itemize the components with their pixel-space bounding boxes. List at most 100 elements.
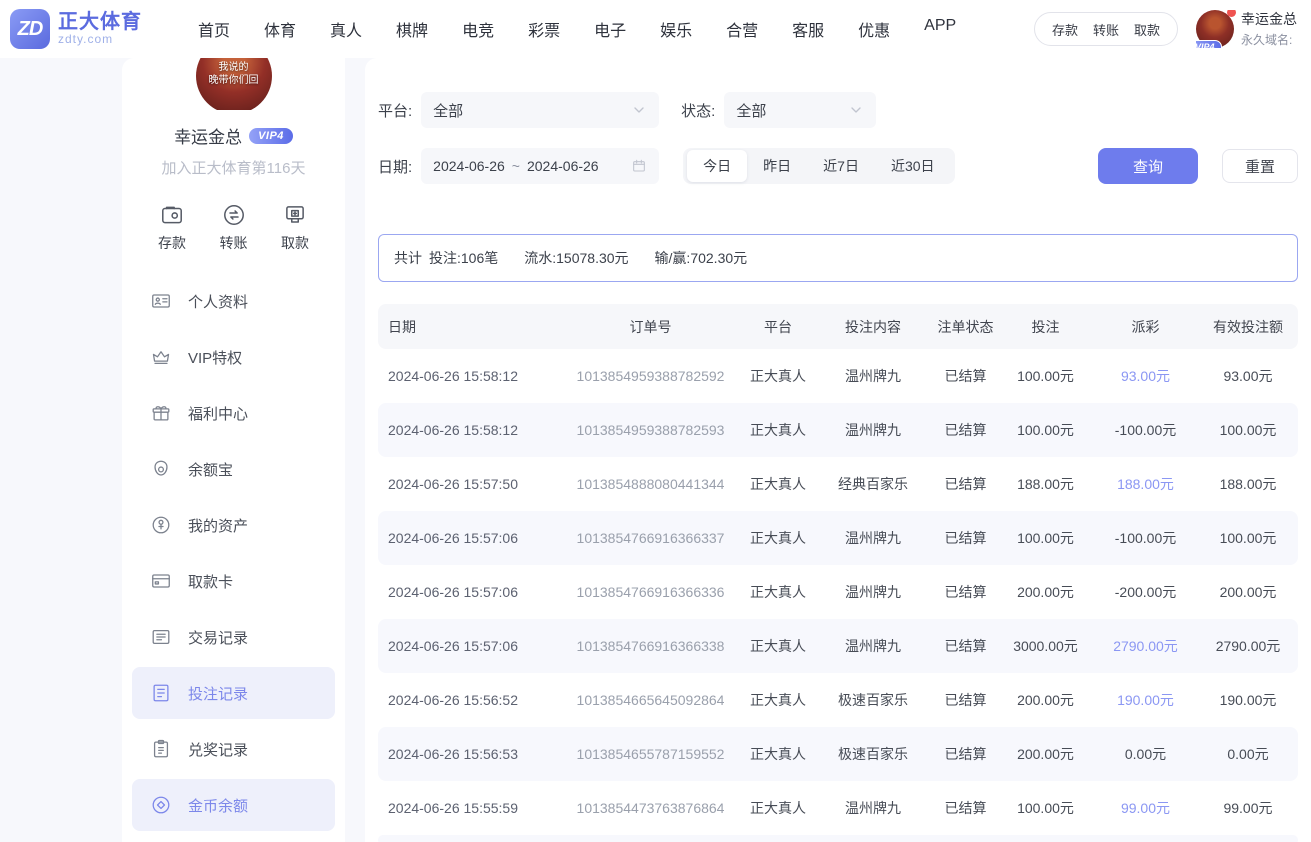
cell-bet-content: 极速百家乐 <box>813 744 933 764</box>
sidebar-menu-label: 个人资料 <box>188 291 248 312</box>
user-name: 幸运金总 <box>1241 10 1297 29</box>
cell-date: 2024-06-26 15:57:06 <box>378 530 558 546</box>
date-range-value: 2024-06-26~2024-06-26 <box>433 158 631 174</box>
transaction-icon <box>150 626 172 648</box>
cell-status: 已结算 <box>933 366 998 386</box>
cell-order-number: 1013854665645092864 <box>558 692 743 708</box>
nav-item[interactable]: 娱乐 <box>660 17 692 41</box>
cell-date: 2024-06-26 15:58:12 <box>378 368 558 384</box>
sidebar-menu-label: 金币余额 <box>188 795 248 816</box>
profile-avatar[interactable]: 我说的 晚带你们回 <box>196 58 272 110</box>
wallet-action[interactable]: 取款 <box>1134 20 1160 39</box>
brand-logo[interactable]: ZD 正大体育 zdty.com <box>10 9 142 49</box>
id-card-icon <box>150 290 172 312</box>
date-label: 日期: <box>378 156 412 177</box>
sidebar-menu-label: 交易记录 <box>188 627 248 648</box>
sidebar-menu-item[interactable]: VIP特权 <box>132 331 335 383</box>
sidebar-menu-label: VIP特权 <box>188 347 242 368</box>
cell-order-number: 1013854473763876864 <box>558 800 743 816</box>
sidebar-menu-item[interactable]: 金币余额 <box>132 779 335 831</box>
chevron-down-icon <box>631 102 647 118</box>
nav-item[interactable]: 彩票 <box>528 17 560 41</box>
cell-status: 已结算 <box>933 744 998 764</box>
sidebar-menu: 个人资料 VIP特权 福利中心 余额宝 我的资产 取款卡 交易记录 投注记录 兑… <box>122 275 345 842</box>
sidebar-menu-item[interactable]: 取款卡 <box>132 555 335 607</box>
cell-platform: 正大真人 <box>743 474 813 494</box>
cell-payout: -100.00元 <box>1093 528 1198 548</box>
avatar-caption: 我说的 晚带你们回 <box>196 62 272 87</box>
status-select[interactable]: 全部 <box>724 92 876 128</box>
reset-button[interactable]: 重置 <box>1222 149 1298 183</box>
navbar-right: 存款 转账 取款 VIP4 幸运金总 永久域名: <box>1034 0 1311 58</box>
table-row: 2024-06-26 15:58:12 1013854959388782593 … <box>378 403 1298 457</box>
date-range-button[interactable]: 昨日 <box>747 150 807 182</box>
platform-select-value: 全部 <box>433 100 631 121</box>
cell-payout: 2790.00元 <box>1093 636 1198 656</box>
sidebar-menu-item[interactable]: 个人资料 <box>132 275 335 327</box>
nav-item[interactable]: APP <box>924 17 956 41</box>
nav-item[interactable]: 客服 <box>792 17 824 41</box>
sidebar-menu-item[interactable]: 实时返水 <box>132 835 335 842</box>
sidebar-menu-item[interactable]: 福利中心 <box>132 387 335 439</box>
bet-record-icon <box>150 682 172 704</box>
date-range-button[interactable]: 今日 <box>687 150 747 182</box>
chevron-down-icon <box>848 102 864 118</box>
summary-turnover: 流水:15078.30元 <box>524 248 628 268</box>
nav-item[interactable]: 电竞 <box>462 17 494 41</box>
cell-status: 已结算 <box>933 798 998 818</box>
cell-status: 已结算 <box>933 582 998 602</box>
cell-bet-amount: 100.00元 <box>998 420 1093 440</box>
user-avatar[interactable]: VIP4 <box>1196 10 1234 48</box>
cell-bet-amount: 188.00元 <box>998 474 1093 494</box>
user-meta: 幸运金总 永久域名: <box>1241 10 1297 48</box>
nav-item[interactable]: 真人 <box>330 17 362 41</box>
sidebar-menu-item[interactable]: 兑奖记录 <box>132 723 335 775</box>
wallet-action[interactable]: 存款 <box>1052 20 1078 39</box>
cell-date: 2024-06-26 15:56:52 <box>378 692 558 708</box>
sidebar-menu-item[interactable]: 余额宝 <box>132 443 335 495</box>
nav-item[interactable]: 棋牌 <box>396 17 428 41</box>
profile-avatar-wrap: 我说的 晚带你们回 <box>122 58 345 110</box>
table-row-partial <box>378 835 1298 842</box>
platform-select[interactable]: 全部 <box>421 92 659 128</box>
nav-item[interactable]: 体育 <box>264 17 296 41</box>
summary-bets: 投注:106笔 <box>429 248 498 268</box>
filter-row-2: 日期: 2024-06-26~2024-06-26 今日 昨日 近7日 近30日… <box>378 148 1298 184</box>
date-range-button[interactable]: 近7日 <box>807 150 875 182</box>
sidebar-menu-label: 取款卡 <box>188 571 233 592</box>
wallet-action[interactable]: 转账 <box>1093 20 1119 39</box>
cell-order-number: 1013854766916366337 <box>558 530 743 546</box>
transfer-icon <box>221 202 247 228</box>
cell-valid-amount: 100.00元 <box>1198 528 1298 548</box>
vip-badge: VIP4 <box>1196 40 1222 48</box>
cell-valid-amount: 93.00元 <box>1198 366 1298 386</box>
quick-action[interactable]: 转账 <box>220 202 248 253</box>
cell-platform: 正大真人 <box>743 744 813 764</box>
profile-joined-days: 加入正大体育第116天 <box>122 157 345 178</box>
sidebar-menu-item[interactable]: 交易记录 <box>132 611 335 663</box>
user-chip[interactable]: VIP4 幸运金总 永久域名: <box>1196 10 1311 48</box>
sidebar-menu-item[interactable]: 我的资产 <box>132 499 335 551</box>
calendar-icon <box>631 158 647 174</box>
cell-bet-content: 温州牌九 <box>813 420 933 440</box>
page: ZD 正大体育 zdty.com 首页 体育 真人 棋牌 电竞 彩票 电子 娱乐… <box>0 0 1311 842</box>
nav-item[interactable]: 合营 <box>726 17 758 41</box>
bet-records-table: 日期 订单号 平台 投注内容 注单状态 投注 派彩 有效投注额 2024-06-… <box>378 304 1298 842</box>
gold-coin-icon <box>150 794 172 816</box>
permanent-domain-label: 永久域名: <box>1241 32 1297 48</box>
table-header-cell: 投注 <box>998 317 1093 337</box>
cell-date: 2024-06-26 15:57:50 <box>378 476 558 492</box>
nav-item[interactable]: 优惠 <box>858 17 890 41</box>
date-range-input[interactable]: 2024-06-26~2024-06-26 <box>421 148 659 184</box>
sidebar-menu-item[interactable]: 投注记录 <box>132 667 335 719</box>
cell-bet-content: 温州牌九 <box>813 582 933 602</box>
quick-action[interactable]: 存款 <box>158 202 186 253</box>
date-range-button[interactable]: 近30日 <box>875 150 951 182</box>
nav-item[interactable]: 电子 <box>594 17 626 41</box>
quick-action[interactable]: 取款 <box>281 202 309 253</box>
search-button[interactable]: 查询 <box>1098 148 1198 184</box>
cell-date: 2024-06-26 15:55:59 <box>378 800 558 816</box>
gift-icon <box>150 402 172 424</box>
status-label: 状态: <box>681 100 715 121</box>
nav-item[interactable]: 首页 <box>198 17 230 41</box>
